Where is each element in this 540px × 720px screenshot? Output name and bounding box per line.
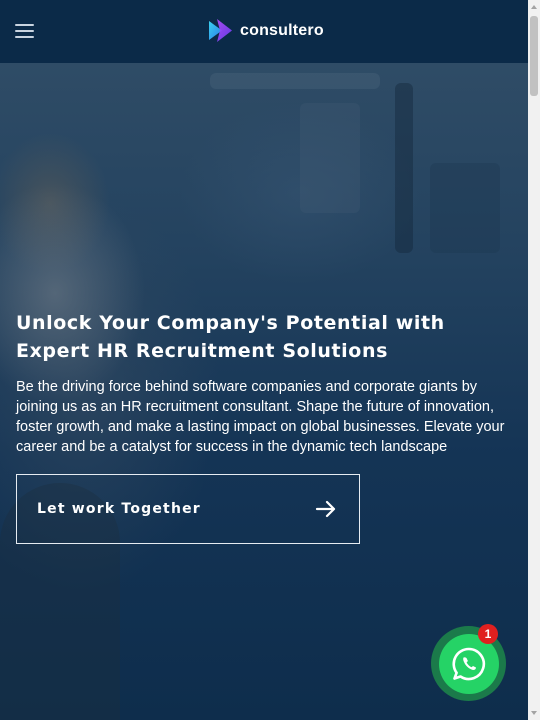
consultero-logo-icon: [209, 19, 232, 42]
hero-title-line-1: Unlock Your Company's Potential with: [16, 312, 445, 334]
vertical-scrollbar[interactable]: [528, 0, 540, 720]
scroll-down-arrow-icon[interactable]: [528, 706, 540, 720]
site-header: consultero: [0, 0, 528, 63]
hero-title: Unlock Your Company's Potential with Exp…: [16, 309, 496, 365]
scroll-up-arrow-icon[interactable]: [528, 0, 540, 14]
background-decoration: [430, 163, 500, 253]
background-decoration: [395, 83, 413, 253]
arrow-right-icon: [315, 500, 336, 518]
background-decoration: [300, 103, 360, 213]
notification-badge: 1: [478, 624, 498, 644]
hamburger-menu-icon[interactable]: [15, 24, 34, 40]
lets-work-together-button[interactable]: Let work Together: [16, 474, 360, 544]
hero-title-line-2: Expert HR Recruitment Solutions: [16, 340, 388, 362]
hero-description: Be the driving force behind software com…: [16, 379, 505, 455]
page: consultero Unlock Your Company's Potenti…: [0, 0, 528, 720]
cta-label: Let work Together: [37, 501, 201, 517]
scrollbar-thumb[interactable]: [530, 16, 538, 96]
whatsapp-icon: [451, 647, 485, 680]
background-decoration: [210, 73, 380, 89]
brand-name: consultero: [240, 21, 324, 39]
brand-logo[interactable]: consultero: [207, 17, 324, 44]
hero-section: Unlock Your Company's Potential with Exp…: [0, 63, 528, 720]
